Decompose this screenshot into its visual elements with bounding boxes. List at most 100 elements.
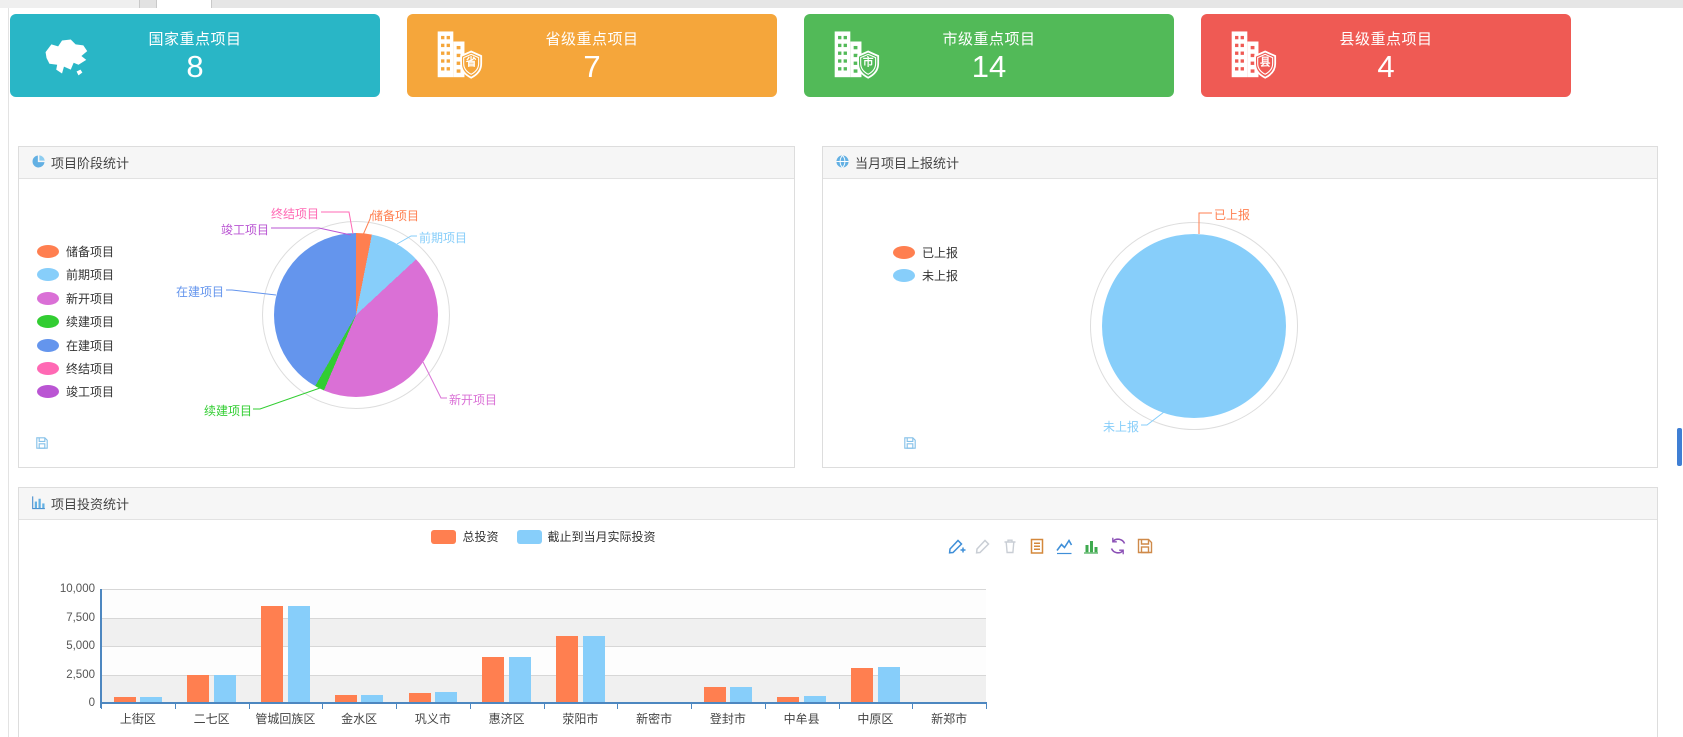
- legend-label: 终结项目: [66, 360, 114, 377]
- legend-marker: [37, 385, 59, 398]
- project-stage-pie-chart: 储备项目前期项目新开项目续建项目在建项目终结项目竣工项目储备项目前期项目新开项目…: [19, 147, 794, 467]
- bar-category-slot: [249, 589, 323, 703]
- y-axis-label: 7,500: [35, 612, 95, 624]
- y-axis-label: 2,500: [35, 669, 95, 681]
- legend-marker: [893, 269, 915, 282]
- stat-card-3[interactable]: 市 市级重点项目14: [804, 14, 1174, 97]
- bar-total-中原区[interactable]: [851, 668, 873, 703]
- card-label: 县级重点项目: [1339, 28, 1432, 49]
- legend-marker: [37, 315, 59, 328]
- legend-item[interactable]: 续建项目: [37, 313, 114, 330]
- legend-item[interactable]: 终结项目: [37, 360, 114, 377]
- stat-card-4[interactable]: 县 县级重点项目4: [1201, 14, 1571, 97]
- legend-label: 续建项目: [66, 313, 114, 330]
- legend-marker: [37, 339, 59, 352]
- legend-item[interactable]: 截止到当月实际投资: [517, 528, 656, 545]
- mark-brush-icon[interactable]: [973, 536, 993, 556]
- y-axis-label: 0: [35, 697, 95, 709]
- bar-actual-荥阳市[interactable]: [583, 636, 605, 703]
- bar-category-slot: [839, 589, 913, 703]
- card-value: 7: [583, 50, 600, 84]
- legend-item[interactable]: 前期项目: [37, 266, 114, 283]
- card-label: 省级重点项目: [545, 28, 638, 49]
- browser-tab[interactable]: [140, 0, 157, 8]
- legend-label: 储备项目: [66, 243, 114, 260]
- bar-actual-中原区[interactable]: [878, 667, 900, 703]
- x-axis-label: 二七区: [175, 710, 249, 727]
- legend-marker: [37, 268, 59, 281]
- pie-slice-label: 新开项目: [449, 391, 497, 408]
- mark-brush-add-icon[interactable]: [946, 536, 966, 556]
- bar-chart-icon: [31, 495, 46, 513]
- legend-marker: [517, 530, 542, 544]
- bar-total-荥阳市[interactable]: [556, 636, 578, 703]
- bar-total-管城回族区[interactable]: [261, 606, 283, 703]
- legend-label: 截止到当月实际投资: [548, 528, 656, 545]
- x-axis-tick: [396, 704, 397, 709]
- x-axis-tick: [322, 704, 323, 709]
- stat-card-2[interactable]: 省 省级重点项目7: [407, 14, 777, 97]
- line-chart-icon[interactable]: [1054, 536, 1074, 556]
- legend-item[interactable]: 总投资: [431, 528, 498, 545]
- bar-category-slot: [544, 589, 618, 703]
- card-value: 4: [1377, 50, 1394, 84]
- save-chart-icon[interactable]: [902, 435, 918, 451]
- pie-slice-label: 储备项目: [371, 207, 419, 224]
- y-axis-label: 5,000: [35, 640, 95, 652]
- mark-clear-icon[interactable]: [1000, 536, 1020, 556]
- stat-card-1[interactable]: 国家重点项目8: [10, 14, 380, 97]
- x-axis-tick: [470, 704, 471, 709]
- scrollbar-thumb[interactable]: [1677, 428, 1682, 466]
- browser-tab-active[interactable]: [157, 0, 212, 8]
- legend-label: 已上报: [922, 244, 958, 261]
- data-view-icon[interactable]: [1027, 536, 1047, 556]
- legend-item[interactable]: 新开项目: [37, 290, 114, 307]
- bar-actual-登封市[interactable]: [730, 687, 752, 703]
- x-axis-label: 登封市: [691, 710, 765, 727]
- legend-item[interactable]: 未上报: [893, 267, 958, 284]
- x-axis-tick: [765, 704, 766, 709]
- browser-tabstrip: [0, 0, 1683, 8]
- pie-slice-label: 竣工项目: [221, 221, 269, 238]
- save-image-icon[interactable]: [1135, 536, 1155, 556]
- x-axis-tick: [839, 704, 840, 709]
- x-axis-tick: [249, 704, 250, 709]
- bar-category-slot: [470, 589, 544, 703]
- dashboard-screen: 国家重点项目8 省 省级重点项目7 市 市级重点项目14 县 县级重点项目4 项…: [0, 0, 1683, 737]
- bar-actual-二七区[interactable]: [214, 675, 236, 703]
- x-axis-tick: [101, 704, 102, 709]
- legend-marker: [431, 530, 456, 544]
- x-axis-label: 金水区: [322, 710, 396, 727]
- pie-slices[interactable]: [274, 233, 438, 397]
- bar-actual-惠济区[interactable]: [509, 657, 531, 704]
- bar-category-slot: [396, 589, 470, 703]
- legend-item[interactable]: 已上报: [893, 244, 958, 261]
- save-chart-icon[interactable]: [34, 435, 50, 451]
- pie-slice-label: 终结项目: [271, 205, 319, 222]
- legend-marker: [37, 245, 59, 258]
- x-axis-label: 巩义市: [396, 710, 470, 727]
- legend-item[interactable]: 竣工项目: [37, 383, 114, 400]
- bar-actual-管城回族区[interactable]: [288, 606, 310, 703]
- bar-category-slot: [175, 589, 249, 703]
- restore-icon[interactable]: [1108, 536, 1128, 556]
- pie-slice-label: 前期项目: [419, 229, 467, 246]
- bar-total-惠济区[interactable]: [482, 657, 504, 703]
- pie-slices[interactable]: [1102, 234, 1286, 418]
- panel-header-project-investment: 项目投资统计: [19, 488, 1657, 520]
- legend-item[interactable]: 储备项目: [37, 243, 114, 260]
- monthly-report-pie-chart: 已上报未上报已上报未上报: [823, 147, 1657, 467]
- legend-label: 新开项目: [66, 290, 114, 307]
- legend-label: 前期项目: [66, 266, 114, 283]
- page-left-border: [8, 8, 9, 737]
- browser-tab[interactable]: [0, 0, 140, 8]
- legend-label: 在建项目: [66, 337, 114, 354]
- legend-item[interactable]: 在建项目: [37, 337, 114, 354]
- bar-category-slot: [912, 589, 986, 703]
- card-value: 8: [186, 50, 203, 84]
- bar-chart-icon[interactable]: [1081, 536, 1101, 556]
- panel-project-stage: 项目阶段统计 储备项目前期项目新开项目续建项目在建项目终结项目竣工项目储备项目前…: [18, 146, 795, 468]
- bar-total-二七区[interactable]: [187, 675, 209, 703]
- pie-slice-label: 已上报: [1214, 206, 1250, 223]
- bar-total-登封市[interactable]: [704, 687, 726, 703]
